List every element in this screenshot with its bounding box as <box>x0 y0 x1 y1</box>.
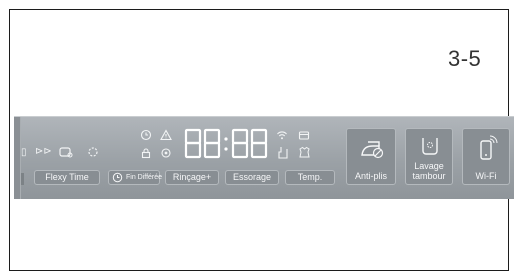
play-icon: ⊳⊳ <box>35 146 52 157</box>
essorage-button[interactable]: Essorage <box>225 170 279 185</box>
eco-bubble-icon <box>59 147 73 158</box>
panel-edge <box>14 117 21 199</box>
clock-icon <box>140 129 152 141</box>
lock-icon <box>141 148 151 159</box>
fin-differee-label: Fin Différée <box>126 174 163 181</box>
prewash-icon <box>88 147 98 157</box>
temp-button[interactable]: Temp. <box>285 170 335 185</box>
wifi-label: Wi-Fi <box>475 171 497 181</box>
wifi-signal-icon <box>277 131 287 140</box>
rincage-button[interactable]: Rinçage+ <box>165 170 219 185</box>
child-lock-icon <box>161 148 171 158</box>
iron-icon <box>361 141 384 159</box>
steam-icon <box>299 146 310 158</box>
control-panel: ▯ ⊳⊳ Flexy Time Fin Différée Rinçage+ Es… <box>14 116 514 199</box>
anti-plis-label: Anti-plis <box>354 171 387 181</box>
temp-label: Temp. <box>297 172 323 182</box>
lavage-tambour-button[interactable]: Lavage tambour <box>405 128 453 185</box>
tub-icon: ▯ <box>21 147 27 158</box>
wifi-button[interactable]: Wi-Fi <box>462 128 510 185</box>
fin-differee-button[interactable]: Fin Différée <box>108 170 163 185</box>
phone-icon <box>480 135 498 160</box>
timer-icon <box>112 172 123 183</box>
page-number: 3-5 <box>448 46 482 71</box>
flexy-time-label: Flexy Time <box>45 172 89 182</box>
anti-plis-button[interactable]: Anti-plis <box>346 128 396 185</box>
door-lock-icon <box>298 131 310 140</box>
lavage-label: Lavage <box>414 161 444 171</box>
warning-icon <box>160 129 172 141</box>
drum-icon <box>422 138 438 155</box>
flexy-time-button[interactable]: Flexy Time <box>34 170 100 185</box>
essorage-label: Essorage <box>232 172 272 182</box>
shirt-icon <box>278 147 288 159</box>
rincage-label: Rinçage+ <box>172 172 212 182</box>
tambour-label: tambour <box>412 171 446 181</box>
panel-edge-mark <box>21 173 24 185</box>
time-display <box>184 128 268 159</box>
